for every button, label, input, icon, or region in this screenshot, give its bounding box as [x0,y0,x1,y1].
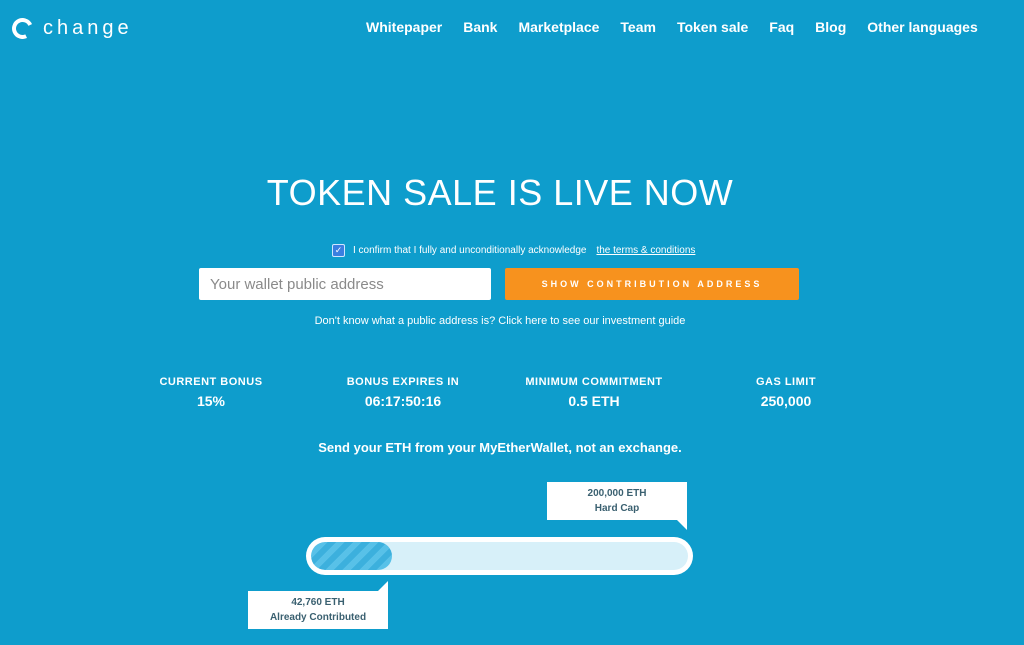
stat-value: 250,000 [760,393,812,409]
nav-item-blog[interactable]: Blog [815,19,846,35]
progress-track [311,542,688,570]
nav-item-whitepaper[interactable]: Whitepaper [366,19,442,35]
stat-minimum-commitment: MINIMUM COMMITMENT 0.5 ETH [509,376,679,409]
stat-current-bonus: CURRENT BONUS 15% [126,376,296,409]
contributed-label: Already Contributed [269,612,367,623]
stat-value: 06:17:50:16 [364,393,442,409]
terms-checkbox[interactable]: ✓ [332,244,345,257]
wallet-address-input[interactable] [199,268,491,300]
page-title: TOKEN SALE IS LIVE NOW [266,172,734,213]
hard-cap-amount: 200,000 ETH [587,488,647,499]
change-logo-icon [9,15,36,42]
stat-label: BONUS EXPIRES IN [346,376,460,388]
stat-value: 0.5 ETH [568,393,620,409]
nav-item-faq[interactable]: Faq [769,19,794,35]
show-contribution-address-button[interactable]: SHOW CONTRIBUTION ADDRESS [505,268,799,300]
checkmark-icon: ✓ [334,245,343,255]
logo-text: change [43,17,133,39]
nav-item-other-languages[interactable]: Other languages [867,19,977,35]
terms-text: I confirm that I fully and unconditional… [353,245,587,256]
contribution-progress-bar [306,537,693,575]
wallet-notice: Send your ETH from your MyEtherWallet, n… [318,440,682,455]
main-nav: Whitepaper Bank Marketplace Team Token s… [366,19,999,35]
hard-cap-label: Hard Cap [594,503,640,514]
nav-item-token-sale[interactable]: Token sale [677,19,748,35]
terms-link[interactable]: the terms & conditions [596,245,695,256]
terms-confirmation: ✓ I confirm that I fully and uncondition… [332,244,695,257]
progress-fill [311,542,392,570]
stat-gas-limit: GAS LIMIT 250,000 [701,376,871,409]
nav-item-bank[interactable]: Bank [463,19,497,35]
nav-item-marketplace[interactable]: Marketplace [518,19,599,35]
stat-label: MINIMUM COMMITMENT [525,376,663,388]
contributed-amount: 42,760 ETH [291,597,345,608]
investment-guide-link[interactable]: Don't know what a public address is? Cli… [0,315,1000,327]
stat-label: CURRENT BONUS [159,376,263,388]
stat-bonus-expires: BONUS EXPIRES IN 06:17:50:16 [318,376,488,409]
logo[interactable]: change [9,15,133,42]
hard-cap-callout: 200,000 ETH Hard Cap [547,482,687,530]
stat-label: GAS LIMIT [755,376,817,388]
stat-value: 15% [196,393,226,409]
nav-item-team[interactable]: Team [620,19,656,35]
contributed-callout: 42,760 ETH Already Contributed [248,581,388,629]
